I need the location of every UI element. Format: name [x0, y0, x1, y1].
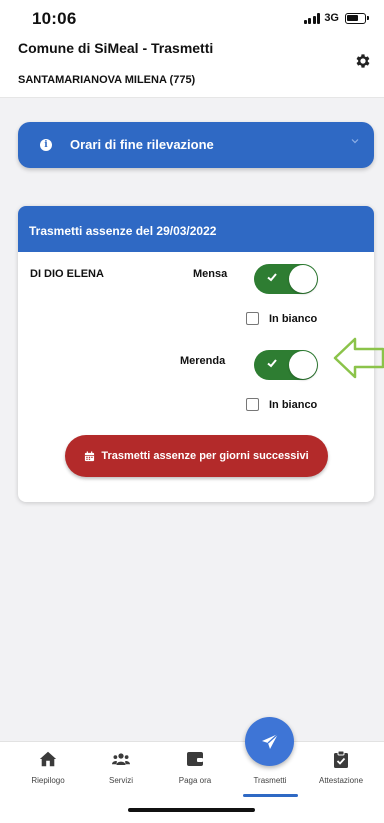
wallet-icon — [187, 752, 203, 766]
home-icon — [39, 751, 57, 767]
calendar-icon — [85, 450, 95, 461]
submit-button-label: Trasmetti assenze per giorni successivi — [101, 450, 309, 462]
nav-item-paga-ora[interactable]: Paga ora — [157, 750, 233, 785]
status-bar: 10:06 3G — [0, 0, 384, 36]
checkbox-merenda-in-bianco[interactable] — [246, 398, 259, 411]
info-circle-icon: i — [40, 139, 52, 151]
nav-label: Paga ora — [178, 776, 212, 785]
battery-icon — [345, 12, 369, 24]
toggle-mensa[interactable] — [254, 264, 318, 294]
service-label-merenda: Merenda — [180, 355, 226, 367]
user-name: SANTAMARIANOVA MILENA (775) — [18, 74, 196, 86]
active-tab-indicator — [243, 794, 298, 797]
users-icon — [112, 753, 130, 765]
checkbox-mensa-in-bianco[interactable] — [246, 312, 259, 325]
absence-card: Trasmetti assenze del 29/03/2022 DI DIO … — [18, 206, 374, 502]
app-header: Comune di SiMeal - Trasmetti SANTAMARIAN… — [0, 36, 384, 98]
network-type: 3G — [324, 12, 339, 24]
check-icon — [267, 359, 277, 368]
gear-icon[interactable] — [354, 52, 372, 70]
clipboard-check-icon — [334, 750, 348, 768]
card-header: Trasmetti assenze del 29/03/2022 — [18, 206, 374, 252]
send-fab-button[interactable] — [245, 717, 294, 766]
checkbox-label-merenda: In bianco — [269, 399, 318, 411]
nav-label: Riepilogo — [31, 776, 65, 785]
home-indicator — [128, 808, 255, 812]
toggle-knob — [289, 351, 317, 379]
service-label-mensa: Mensa — [193, 268, 228, 280]
send-icon — [261, 733, 278, 749]
checkbox-label-mensa: In bianco — [269, 313, 318, 325]
submit-absences-button[interactable]: Trasmetti assenze per giorni successivi — [65, 435, 328, 477]
nav-label: Trasmetti — [253, 776, 287, 785]
toggle-merenda[interactable] — [254, 350, 318, 380]
nav-item-attestazione[interactable]: Attestazione — [303, 750, 379, 785]
check-icon — [267, 273, 277, 282]
page-title: Comune di SiMeal - Trasmetti — [18, 40, 214, 56]
info-panel-orari[interactable]: i Orari di fine rilevazione — [18, 122, 374, 168]
nav-item-riepilogo[interactable]: Riepilogo — [10, 750, 86, 785]
app-screen: 10:06 3G Comune di SiMeal - Trasmetti SA… — [0, 0, 384, 823]
status-time: 10:06 — [32, 9, 77, 28]
nav-item-servizi[interactable]: Servizi — [83, 750, 159, 785]
status-indicators: 3G — [303, 12, 369, 24]
nav-label: Attestazione — [318, 776, 364, 785]
annotation-arrow-icon — [333, 337, 384, 379]
nav-label: Servizi — [108, 776, 133, 785]
person-name: DI DIO ELENA — [30, 268, 104, 280]
info-panel-title: Orari di fine rilevazione — [70, 137, 214, 152]
chevron-down-icon — [351, 139, 359, 144]
signal-icon — [303, 12, 321, 24]
toggle-knob — [289, 265, 317, 293]
